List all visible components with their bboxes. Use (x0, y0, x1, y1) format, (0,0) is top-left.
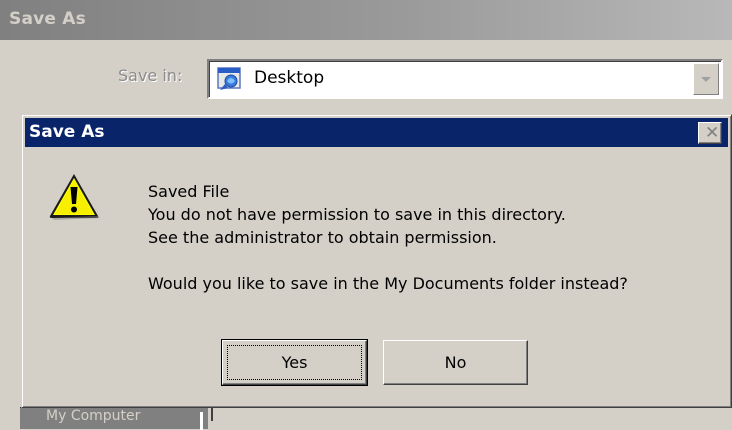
save-in-dropdown[interactable]: Desktop (207, 59, 723, 99)
message-line-4: Would you like to save in the My Documen… (148, 274, 628, 293)
close-button[interactable]: ✕ (698, 122, 722, 144)
background-window-title: Save As (9, 9, 86, 29)
message-line-3: See the administrator to obtain permissi… (148, 228, 497, 247)
permission-dialog: Save As ✕ Saved File You do not have per… (21, 114, 732, 408)
places-bar-edge (200, 412, 203, 430)
dialog-titlebar[interactable]: Save As ✕ (25, 118, 728, 147)
yes-button[interactable]: Yes (221, 339, 368, 386)
warning-icon (49, 174, 100, 220)
save-in-label: Save in: (118, 66, 183, 85)
places-bar-divider (211, 407, 213, 421)
message-line-2: You do not have permission to save in th… (148, 205, 566, 224)
dialog-message: Saved File You do not have permission to… (148, 180, 628, 295)
places-bar-item[interactable]: My Computer (20, 407, 208, 430)
message-line-1: Saved File (148, 182, 230, 201)
close-icon: ✕ (705, 123, 720, 143)
no-button[interactable]: No (383, 340, 528, 385)
background-titlebar[interactable]: Save As (0, 0, 732, 40)
dropdown-arrow-button[interactable] (693, 63, 719, 95)
dialog-title: Save As (29, 122, 105, 142)
save-in-value: Desktop (254, 68, 325, 88)
places-bar-item-label: My Computer (46, 408, 141, 424)
desktop-icon (217, 67, 241, 90)
